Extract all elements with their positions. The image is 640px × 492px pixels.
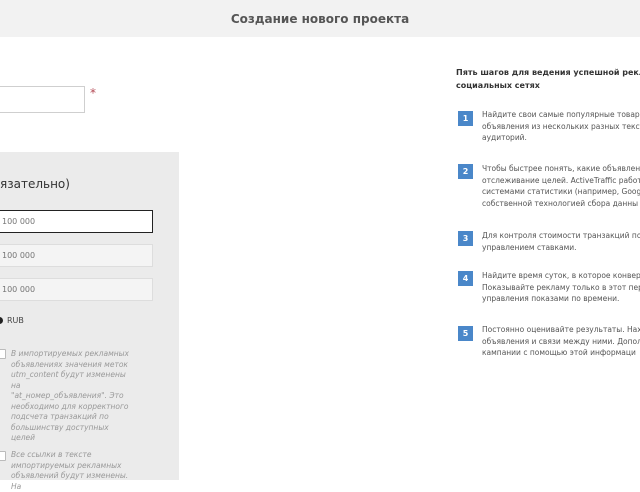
step-text-2: Чтобы быстрее понять, какие объявлени от… [482,163,640,209]
budget-input-2[interactable] [0,244,153,267]
step-line: Постоянно оценивайте результаты. Нах [482,325,640,334]
note-line: объявлений будут изменены. На [11,471,129,491]
step-text-5: Постоянно оценивайте результаты. Нах объ… [482,324,640,359]
step-line: системами статистики (например, Googl [482,187,640,196]
step-number-1: 1 [458,111,473,126]
note-line: большинству доступных целей [11,422,109,443]
step-line: управления показами по времени. [482,294,620,303]
tips-heading: Пять шагов для ведения успешной рекла со… [456,66,640,92]
step-text-4: Найдите время суток, в которое конвер По… [482,270,640,305]
step-text-3: Для контроля стоимости транзакций по упр… [482,230,640,253]
links-note: Все ссылки в тексте импортируемых реклам… [11,450,133,492]
step-line: Найдите свои самые популярные товар [482,110,640,119]
step-number-2: 2 [458,164,473,179]
note-line: Все ссылки в тексте [11,450,92,459]
note-line: объявлениях значения меток [11,359,128,369]
step-number-5: 5 [458,326,473,341]
step-text-1: Найдите свои самые популярные товар объя… [482,109,640,144]
page-header: Создание нового проекта [0,0,640,37]
step-line: Для контроля стоимости транзакций по [482,231,640,240]
budget-input-3[interactable] [0,278,153,301]
tips-heading-line: Пять шагов для ведения успешной рекла [456,68,640,77]
tips-heading-line: социальных сетях [456,81,540,90]
note-line: В импортируемых рекламных [11,349,129,358]
step-line: Показывайте рекламу только в этот пер [482,282,640,292]
utm-content-note: В импортируемых рекламных объявлениях зн… [11,349,133,444]
page-title: Создание нового проекта [230,11,410,26]
project-name-input[interactable] [0,86,85,113]
step-line: собственной технологией сбора данны [482,198,639,208]
step-line: кампании с помощью этой информаци [482,348,636,357]
step-line: управлением ставками. [482,242,577,252]
budget-panel-heading: язательно) [0,177,70,191]
step-number-4: 4 [458,271,473,286]
currency-label: RUB [7,316,24,325]
note-line: необходимо для корректного [11,401,129,411]
step-line: Чтобы быстрее понять, какие объявлени [482,164,640,173]
step-line: объявления и связи между ними. Допол [482,336,640,346]
utm-content-checkbox[interactable] [0,349,6,359]
required-mark: * [90,86,96,100]
links-checkbox[interactable] [0,451,6,461]
step-line: Найдите время суток, в которое конвер [482,271,640,280]
note-line: "at_номер_объявления". Это [11,391,124,400]
note-line: импортируемых рекламных [11,460,122,470]
step-line: отслеживание целей. ActiveTraffic работ [482,175,640,185]
step-number-3: 3 [458,231,473,246]
note-line: utm_content будут изменены на [11,370,126,390]
note-line: подсчета транзакций по [11,412,109,421]
budget-input-1[interactable] [0,210,153,233]
step-line: аудиторий. [482,133,527,142]
step-line: объявления из нескольких разных текст [482,121,640,131]
